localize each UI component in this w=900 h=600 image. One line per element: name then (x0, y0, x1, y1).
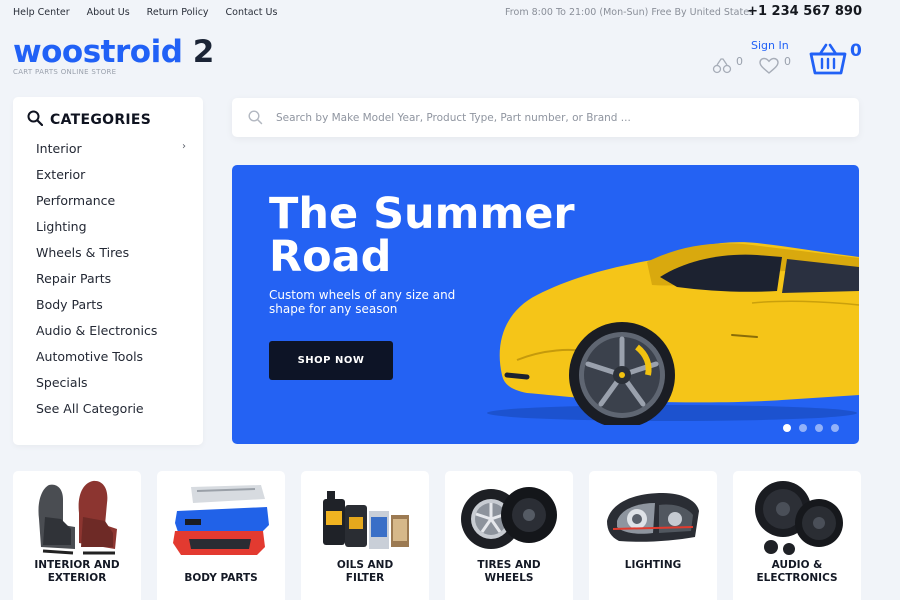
slider-dot-4[interactable] (831, 424, 839, 432)
hero-banner: The Summer Road Custom wheels of any siz… (232, 165, 859, 444)
tile-tires-wheels[interactable]: TIRES AND WHEELS (445, 471, 573, 600)
cart-count: 0 (850, 41, 862, 61)
tile-label-line2: WHEELS (484, 572, 534, 584)
search-input[interactable] (276, 98, 836, 137)
slider-dot-2[interactable] (799, 424, 807, 432)
basket-icon[interactable] (809, 42, 847, 80)
category-item-audio-electronics[interactable]: Audio & Electronics (36, 323, 186, 349)
tile-body-parts[interactable]: BODY PARTS (157, 471, 285, 600)
phone-number[interactable]: +1 234 567 890 (747, 4, 862, 19)
logo-number: 2 (192, 34, 215, 70)
tile-label-line2: FILTER (345, 572, 385, 584)
category-label: Body Parts (36, 297, 103, 312)
category-item-performance[interactable]: Performance (36, 193, 186, 219)
logo-wordmark: woostroid 2 (13, 34, 214, 70)
category-label: Wheels & Tires (36, 245, 130, 260)
car-seats-image (38, 480, 117, 555)
category-item-wheels-tires[interactable]: Wheels & Tires (36, 245, 186, 271)
store-hours: From 8:00 To 21:00 (Mon-Sun) Free By Uni… (505, 7, 754, 18)
top-bar: Help Center About Us Return Policy Conta… (0, 0, 900, 26)
category-item-lighting[interactable]: Lighting (36, 219, 186, 245)
tile-label-line1: LIGHTING (624, 559, 682, 571)
tile-oils-filter[interactable]: OILS AND FILTER (301, 471, 429, 600)
hero-subtitle: Custom wheels of any size and shape for … (269, 288, 456, 316)
search-icon (27, 110, 44, 130)
tile-lighting[interactable]: LIGHTING (589, 471, 717, 600)
tile-label-line2: EXTERIOR (47, 572, 107, 584)
category-label: See All Categorie (36, 401, 144, 416)
category-item-body-parts[interactable]: Body Parts (36, 297, 186, 323)
bumpers-image (173, 485, 269, 555)
wishlist-count: 0 (784, 55, 791, 68)
help-center-link[interactable]: Help Center (13, 7, 70, 18)
category-label: Lighting (36, 219, 87, 234)
categories-title: CATEGORIES (50, 112, 152, 128)
tile-label-line1: INTERIOR AND (34, 559, 120, 571)
search-bar (232, 98, 859, 137)
category-label: Performance (36, 193, 116, 208)
tile-label-line1: TIRES AND (477, 559, 541, 571)
sign-in-link[interactable]: Sign In (751, 39, 789, 52)
top-links: Help Center About Us Return Policy Conta… (13, 7, 277, 18)
about-us-link[interactable]: About Us (87, 7, 130, 18)
tile-label-line2: ELECTRONICS (756, 572, 838, 584)
category-item-specials[interactable]: Specials (36, 375, 186, 401)
category-label: Interior (36, 141, 82, 156)
category-item-exterior[interactable]: Exterior (36, 167, 186, 193)
tile-label-line1: AUDIO & (771, 559, 823, 571)
slider-dot-3[interactable] (815, 424, 823, 432)
category-item-interior[interactable]: Interior › (36, 141, 186, 167)
category-label: Audio & Electronics (36, 323, 158, 338)
category-label: Automotive Tools (36, 349, 144, 364)
category-item-repair-parts[interactable]: Repair Parts (36, 271, 186, 297)
categories-panel: CATEGORIES Interior › Exterior Performanc… (13, 97, 203, 445)
category-label: Exterior (36, 167, 86, 182)
slider-dots (783, 424, 839, 432)
compare-count: 0 (736, 55, 743, 68)
oil-filters-image (323, 491, 409, 549)
sports-car-image (482, 225, 859, 429)
return-policy-link[interactable]: Return Policy (147, 7, 209, 18)
chevron-right-icon: › (182, 141, 186, 152)
category-label: Specials (36, 375, 88, 390)
site-logo[interactable]: woostroid 2 CART PARTS ONLINE STORE (13, 34, 214, 76)
speakers-image (755, 481, 843, 555)
category-list: Interior › Exterior Performance Lighting … (36, 141, 186, 427)
category-item-see-all[interactable]: See All Categorie (36, 401, 186, 427)
category-label: Repair Parts (36, 271, 112, 286)
contact-us-link[interactable]: Contact Us (226, 7, 278, 18)
shop-now-button[interactable]: SHOP NOW (269, 341, 393, 380)
categories-header: CATEGORIES (27, 110, 151, 130)
tile-label-line2: BODY PARTS (184, 572, 258, 584)
tile-label-line1: OILS AND (336, 559, 394, 571)
search-icon[interactable] (248, 110, 263, 129)
logo-word: woostroid (13, 34, 183, 70)
category-item-automotive-tools[interactable]: Automotive Tools (36, 349, 186, 375)
compare-icon[interactable] (712, 56, 732, 78)
slider-dot-1[interactable] (783, 424, 791, 432)
heart-icon[interactable] (759, 57, 779, 79)
headlight-image (607, 493, 699, 542)
tile-audio-electronics[interactable]: AUDIO & ELECTRONICS (733, 471, 861, 600)
tile-interior-exterior[interactable]: INTERIOR AND EXTERIOR (13, 471, 141, 600)
tires-image (461, 487, 557, 549)
